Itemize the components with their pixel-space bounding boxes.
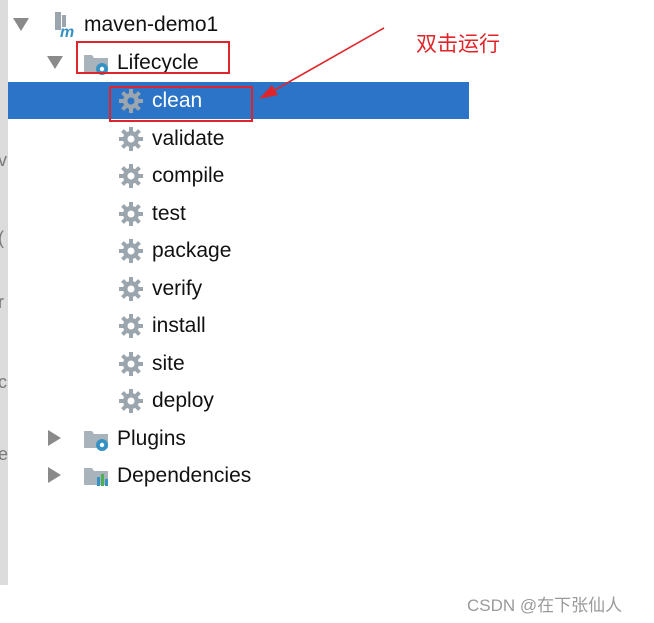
gear-icon: [118, 238, 144, 264]
phase-label: compile: [152, 164, 225, 187]
tree-node-label: Dependencies: [117, 464, 252, 487]
lifecycle-phase-validate[interactable]: validate: [8, 120, 469, 157]
maven-tool-window: v ( r c e m maven-demo1: [0, 0, 654, 623]
phase-label: install: [152, 314, 206, 337]
maven-module-icon: m: [52, 11, 78, 39]
phase-label: site: [152, 352, 185, 375]
maven-project-tree: m maven-demo1 Lifecycle clean validate c…: [8, 0, 469, 500]
tree-node-plugins[interactable]: Plugins: [8, 420, 469, 457]
expand-arrow-icon[interactable]: [13, 18, 29, 31]
gear-icon: [118, 163, 144, 189]
lifecycle-phase-verify[interactable]: verify: [8, 270, 469, 307]
expand-arrow-icon[interactable]: [48, 430, 61, 446]
tree-node-maven-demo1[interactable]: m maven-demo1: [8, 6, 469, 43]
gear-icon: [118, 126, 144, 152]
watermark: CSDN @在下张仙人: [467, 596, 623, 615]
phase-label: test: [152, 202, 186, 225]
editor-gutter-strip: v ( r c e: [0, 0, 8, 585]
plugins-folder-icon: [82, 426, 108, 452]
gutter-fragment: r: [0, 292, 4, 312]
dependencies-folder-icon: [82, 463, 108, 489]
lifecycle-phase-install[interactable]: install: [8, 307, 469, 344]
gear-icon: [118, 276, 144, 302]
gutter-fragment: e: [0, 444, 9, 464]
expand-arrow-icon[interactable]: [47, 56, 63, 69]
tree-node-label: Plugins: [117, 427, 186, 450]
lifecycle-phase-site[interactable]: site: [8, 345, 469, 382]
annotation-box-clean: [109, 86, 253, 122]
lifecycle-phase-deploy[interactable]: deploy: [8, 382, 469, 419]
gear-icon: [118, 388, 144, 414]
tree-node-dependencies[interactable]: Dependencies: [8, 457, 469, 494]
lifecycle-phase-package[interactable]: package: [8, 232, 469, 269]
gutter-fragment: (: [0, 228, 6, 248]
annotation-text: 双击运行: [416, 32, 500, 56]
lifecycle-phase-test[interactable]: test: [8, 195, 469, 232]
gear-icon: [118, 201, 144, 227]
phase-label: package: [152, 239, 232, 262]
gear-icon: [118, 351, 144, 377]
gutter-fragment: c: [0, 372, 7, 392]
gutter-fragment: v: [0, 150, 7, 170]
annotation-box-lifecycle: [76, 41, 230, 74]
lifecycle-phase-compile[interactable]: compile: [8, 157, 469, 194]
tree-node-label: maven-demo1: [84, 13, 219, 36]
phase-label: validate: [152, 127, 225, 150]
gear-icon: [118, 313, 144, 339]
phase-label: verify: [152, 277, 203, 300]
svg-text:m: m: [60, 24, 74, 39]
phase-label: deploy: [152, 389, 214, 412]
annotation-arrow-icon: [259, 27, 385, 99]
expand-arrow-icon[interactable]: [48, 467, 61, 483]
